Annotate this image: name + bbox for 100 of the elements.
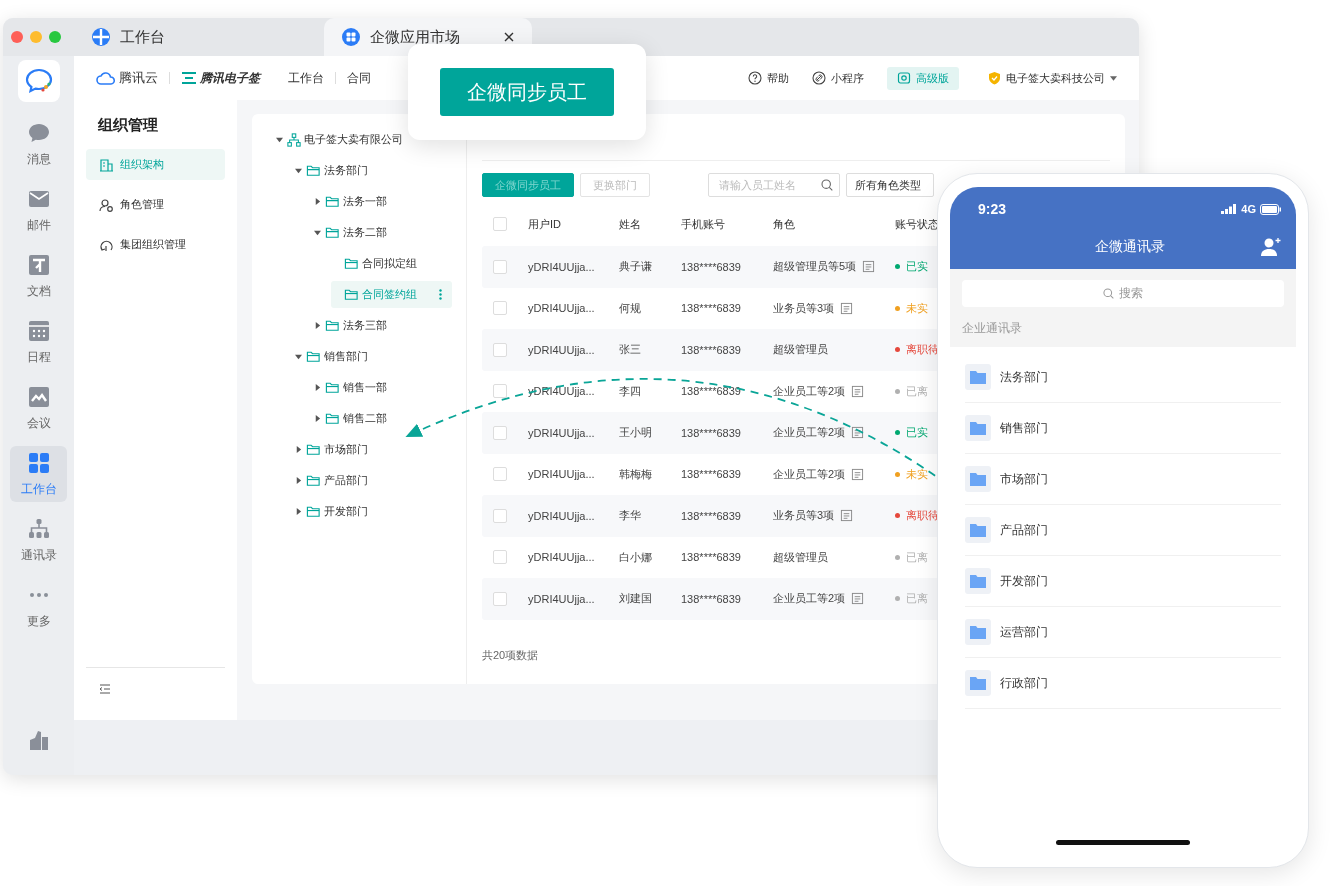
meeting-icon [26, 384, 51, 409]
cloud-icon [96, 71, 116, 85]
table-cell: 企业员工等2项 [773, 425, 846, 441]
tree-item[interactable]: 法务三部 [312, 312, 387, 339]
caret-icon[interactable] [294, 446, 302, 453]
checkbox[interactable] [493, 384, 507, 399]
tree-item[interactable]: 产品部门 [293, 467, 368, 494]
tree-item[interactable]: 市场部门 [293, 436, 368, 463]
nav-link[interactable]: 工作台 [288, 69, 324, 87]
nav-item[interactable]: 日程 [10, 314, 67, 370]
checkbox[interactable] [493, 550, 507, 565]
nav-item[interactable]: 通讯录 [10, 512, 67, 568]
tree-item[interactable]: 销售一部 [312, 374, 387, 401]
add-user-icon[interactable] [1260, 237, 1282, 257]
caret-icon[interactable] [313, 322, 321, 329]
sidebar-item[interactable]: 集团组织管理 [86, 229, 225, 260]
list-icon[interactable] [862, 260, 876, 274]
close-dot[interactable] [11, 31, 23, 43]
table-cell-text: yDRI4UUjja... [528, 302, 596, 315]
zoom-dot[interactable] [49, 31, 61, 43]
nav-action[interactable]: 小程序 [812, 70, 864, 86]
camera-icon [897, 71, 911, 85]
folder-icon [970, 421, 986, 435]
caret-icon[interactable] [275, 136, 283, 143]
list-icon[interactable] [840, 301, 854, 315]
lines-logo-icon [181, 72, 197, 84]
list-icon[interactable] [851, 467, 865, 481]
column-header: 角色 [773, 216, 796, 232]
list-icon[interactable] [851, 426, 865, 440]
status-text: 已离 [906, 383, 928, 399]
status-text: 离职待 [906, 508, 939, 524]
calendar-icon [26, 318, 51, 343]
nav-item[interactable]: 邮件 [10, 182, 67, 238]
nav-item[interactable]: 会议 [10, 380, 67, 436]
list-icon[interactable] [851, 384, 865, 398]
org-chart-icon [287, 132, 301, 147]
checkbox[interactable] [493, 301, 507, 316]
table-cell-text: yDRI4UUjja... [528, 260, 596, 273]
minimize-dot[interactable] [30, 31, 42, 43]
tree-item[interactable]: 合同拟定组 [331, 250, 417, 277]
status-text: 离职待 [906, 342, 939, 358]
tree-item[interactable]: 电子签大卖有限公司 [274, 126, 403, 153]
caret-icon[interactable] [313, 415, 321, 422]
table-cell-text: 王小明 [619, 425, 653, 441]
table-cell-text: yDRI4UUjja... [528, 509, 596, 522]
tree-item[interactable]: 销售部门 [293, 343, 368, 370]
department-item[interactable]: 行政部门 [965, 658, 1281, 709]
department-item[interactable]: 销售部门 [965, 403, 1281, 454]
table-cell-text: 典子谦 [619, 259, 653, 275]
nav-item[interactable]: 文档 [10, 248, 67, 304]
tree-item[interactable]: 法务部门 [293, 157, 368, 184]
caret-icon[interactable] [294, 508, 302, 515]
caret-icon[interactable] [313, 229, 321, 236]
doc-icon [26, 252, 51, 277]
role-dropdown[interactable]: 所有角色类型 [846, 173, 934, 197]
checkbox[interactable] [493, 508, 507, 523]
tree-item[interactable]: 法务二部 [312, 219, 387, 246]
department-item[interactable]: 市场部门 [965, 454, 1281, 505]
collapse-icon[interactable] [99, 684, 111, 694]
list-icon[interactable] [840, 509, 854, 523]
department-item[interactable]: 产品部门 [965, 505, 1281, 556]
checkbox[interactable] [493, 591, 507, 606]
folder-icon [306, 349, 321, 364]
nav-link[interactable]: 合同 [347, 69, 371, 87]
department-item[interactable]: 开发部门 [965, 556, 1281, 607]
department-item[interactable]: 运营部门 [965, 607, 1281, 658]
nav-action[interactable]: 帮助 [748, 70, 789, 86]
status-text: 已离 [906, 591, 928, 607]
brand-name: 腾讯云 [119, 69, 158, 87]
close-icon[interactable] [504, 32, 514, 42]
signal-icon [1221, 204, 1238, 214]
tree-item[interactable]: 销售二部 [312, 405, 387, 432]
checkbox[interactable] [493, 467, 507, 482]
caret-icon[interactable] [294, 353, 302, 360]
sidebar-item[interactable]: 角色管理 [86, 189, 225, 220]
table-cell: 超级管理员 [773, 342, 828, 358]
folder-icon [325, 225, 340, 240]
app-logo[interactable] [17, 60, 60, 102]
checkbox[interactable] [493, 259, 507, 274]
caret-icon[interactable] [294, 167, 302, 174]
nav-item[interactable]: 消息 [10, 116, 67, 172]
list-icon[interactable] [851, 592, 865, 606]
checkbox[interactable] [493, 342, 507, 357]
nav-item[interactable]: 更多 [10, 578, 67, 634]
tree-item[interactable]: 开发部门 [293, 498, 368, 525]
tab[interactable]: 工作台 [74, 18, 324, 56]
folder-icon [325, 194, 340, 209]
folder-icon [325, 411, 340, 426]
checkbox[interactable] [493, 425, 507, 440]
caret-icon[interactable] [294, 477, 302, 484]
table-cell-text: yDRI4UUjja... [528, 426, 596, 439]
department-item[interactable]: 法务部门 [965, 352, 1281, 403]
company-switcher[interactable]: 电子签大卖科技公司 [988, 70, 1117, 86]
more-icon[interactable] [439, 289, 442, 300]
checkbox[interactable] [493, 217, 507, 231]
tree-item[interactable]: 法务一部 [312, 188, 387, 215]
table-cell-text: 138****6839 [681, 551, 742, 564]
caret-icon[interactable] [313, 198, 321, 205]
building-icon [99, 157, 113, 172]
caret-icon[interactable] [313, 384, 321, 391]
